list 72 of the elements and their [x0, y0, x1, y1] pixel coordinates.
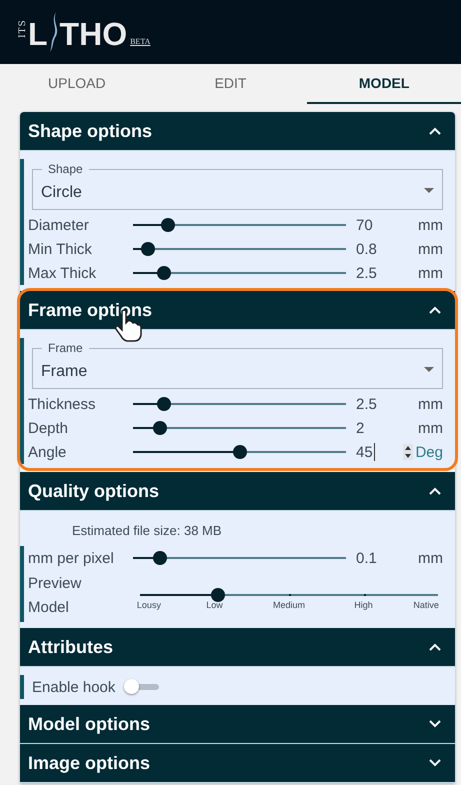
slider-track[interactable]	[133, 551, 346, 565]
chevron-up-icon	[429, 306, 441, 314]
slider-thumb[interactable]	[232, 445, 246, 459]
field-label: Shape	[42, 162, 89, 176]
value-input[interactable]: 70	[356, 216, 396, 234]
slider-thumb[interactable]	[152, 551, 167, 565]
section-header[interactable]: Quality options	[20, 472, 455, 511]
value-input[interactable]: 2	[356, 420, 396, 436]
slider-track[interactable]	[133, 242, 346, 256]
chevron-down-icon	[429, 759, 441, 767]
step-label: High	[354, 600, 373, 610]
slider-track[interactable]	[133, 218, 346, 232]
section-header[interactable]: Image options	[20, 744, 455, 783]
chevron-up-icon	[429, 127, 441, 135]
value-input[interactable]: 0.8	[356, 240, 396, 258]
section-header[interactable]: Frame options	[20, 291, 455, 330]
field-label: Angle	[28, 444, 68, 460]
value-input[interactable]: 0.1	[356, 550, 396, 566]
section-header[interactable]: Shape options	[20, 112, 455, 151]
tab[interactable]: EDIT	[154, 64, 308, 104]
unit-label: mm	[418, 420, 443, 436]
tab[interactable]: MODEL	[307, 64, 461, 104]
slider-thumb[interactable]	[140, 242, 155, 256]
step-label: Lousy	[136, 600, 161, 610]
slider-track[interactable]	[133, 445, 346, 459]
slider-thumb[interactable]	[211, 588, 225, 602]
dropdown-caret-icon	[424, 188, 434, 192]
field-label: Depth	[28, 420, 70, 436]
field-label: Max Thick	[28, 264, 98, 282]
section-header[interactable]: Model options	[20, 705, 455, 744]
dropdown-field[interactable]: Shape Circle	[32, 162, 443, 210]
unit-label: Deg	[415, 444, 443, 460]
field-label: Thickness	[28, 396, 97, 412]
unit-label: mm	[418, 216, 443, 234]
value-input[interactable]: 2.5	[356, 396, 396, 412]
unit-label: mm	[418, 264, 443, 282]
slider-track[interactable]	[140, 588, 438, 602]
field-label: Enable hook	[32, 678, 116, 696]
field-label: Preview Model	[28, 574, 82, 618]
dropdown-value: Circle	[41, 183, 82, 202]
step-label: Low	[206, 600, 223, 610]
field-label: Min Thick	[28, 240, 93, 258]
step-label: Medium	[273, 600, 305, 610]
chevron-up-icon	[429, 643, 441, 651]
section-header[interactable]: Attributes	[20, 628, 455, 667]
slider-track[interactable]	[133, 421, 346, 435]
field-label: Diameter	[28, 216, 90, 234]
value-input[interactable]: 45	[356, 443, 396, 461]
tab[interactable]: UPLOAD	[0, 64, 154, 104]
slider-thumb[interactable]	[156, 266, 171, 280]
toggle-switch[interactable]	[123, 678, 162, 696]
flame-icon	[48, 12, 60, 52]
slider-thumb[interactable]	[160, 218, 175, 232]
field-label: mm per pixel	[28, 550, 115, 566]
slider-thumb[interactable]	[152, 421, 167, 435]
dropdown-field[interactable]: Frame Frame	[32, 341, 443, 389]
logo: ITS L THO BETA	[18, 12, 150, 52]
chevron-down-icon	[429, 720, 441, 728]
unit-label: mm	[418, 550, 443, 566]
spinner-icon[interactable]	[403, 444, 414, 460]
dropdown-caret-icon	[424, 366, 434, 372]
field-label: Frame	[42, 341, 89, 355]
unit-label: mm	[418, 396, 443, 412]
slider-track[interactable]	[133, 266, 346, 280]
dropdown-value: Frame	[41, 362, 88, 381]
step-label: Native	[413, 600, 439, 610]
unit-label: mm	[418, 240, 443, 258]
value-input[interactable]: 2.5	[356, 264, 396, 282]
slider-thumb[interactable]	[156, 397, 171, 411]
slider-track[interactable]	[133, 397, 346, 411]
chevron-up-icon	[429, 487, 441, 495]
file-size-note: Estimated file size: 38 MB	[71, 522, 223, 540]
